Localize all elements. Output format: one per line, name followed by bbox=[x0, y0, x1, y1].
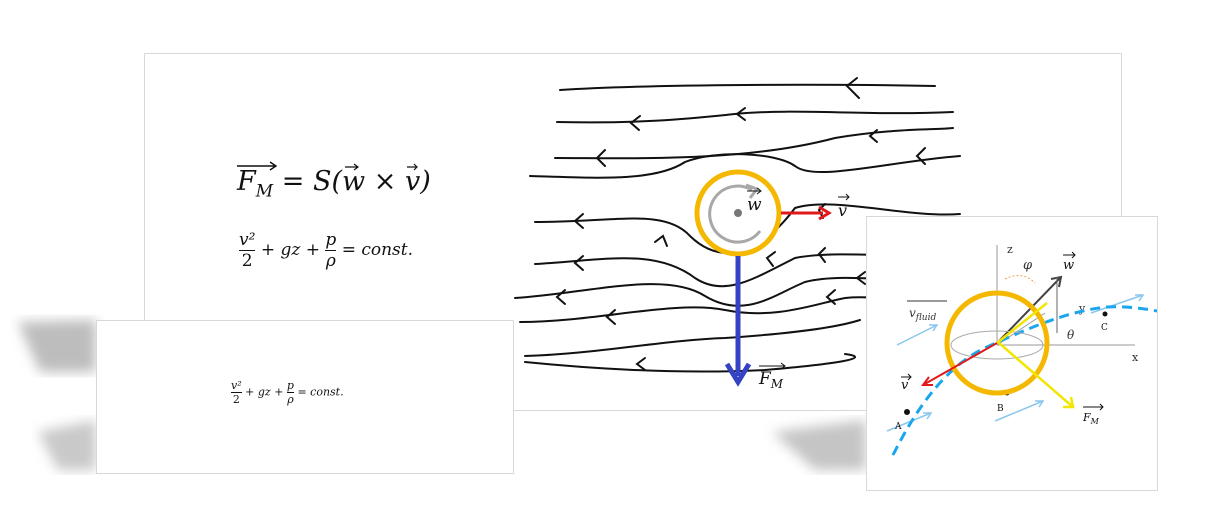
w-label-3d: w bbox=[1063, 258, 1074, 273]
ball-trajectory bbox=[891, 305, 1157, 456]
streamline bbox=[524, 319, 861, 357]
ball-center bbox=[734, 209, 742, 217]
x-axis-label: x bbox=[1132, 351, 1139, 364]
v-label: v bbox=[838, 201, 847, 220]
force-vector-symbol: FM bbox=[237, 161, 278, 201]
point-c-label: C bbox=[1101, 323, 1108, 333]
trajectory-diagram: z y x φ θ w vfluid A B C v FM bbox=[886, 243, 1157, 456]
phi-label: φ bbox=[1023, 258, 1033, 273]
force-label-3d: FM bbox=[1082, 411, 1100, 426]
streamline bbox=[524, 353, 856, 373]
w-label: w bbox=[747, 195, 762, 215]
point-b-label: B bbox=[997, 404, 1004, 414]
force-formula: FM = S(w × v) bbox=[237, 161, 431, 201]
point-a-marker bbox=[904, 409, 910, 415]
streamline bbox=[556, 110, 954, 124]
phi-arc bbox=[1004, 275, 1036, 284]
v-fluid-label: vfluid bbox=[909, 306, 936, 323]
streamline bbox=[554, 127, 954, 160]
point-c-marker bbox=[1102, 311, 1108, 317]
force-label: FM bbox=[758, 369, 784, 391]
v-label-3d: v bbox=[901, 378, 909, 393]
magnus-force-vector bbox=[724, 256, 752, 387]
bernoulli-slide[interactable]: v² 2 + gz + pρ = const. bbox=[96, 320, 514, 474]
theta-label: θ bbox=[1067, 328, 1075, 342]
bernoulli-formula-small: v² 2 + gz + pρ = const. bbox=[231, 379, 344, 406]
bernoulli-formula: v² 2 + gz + pρ = const. bbox=[239, 230, 414, 271]
trajectory-slide[interactable]: z y x φ θ w vfluid A B C v FM bbox=[866, 216, 1158, 491]
point-a-label: A bbox=[894, 422, 902, 432]
streamline bbox=[559, 83, 936, 91]
z-axis-label: z bbox=[1007, 243, 1013, 256]
